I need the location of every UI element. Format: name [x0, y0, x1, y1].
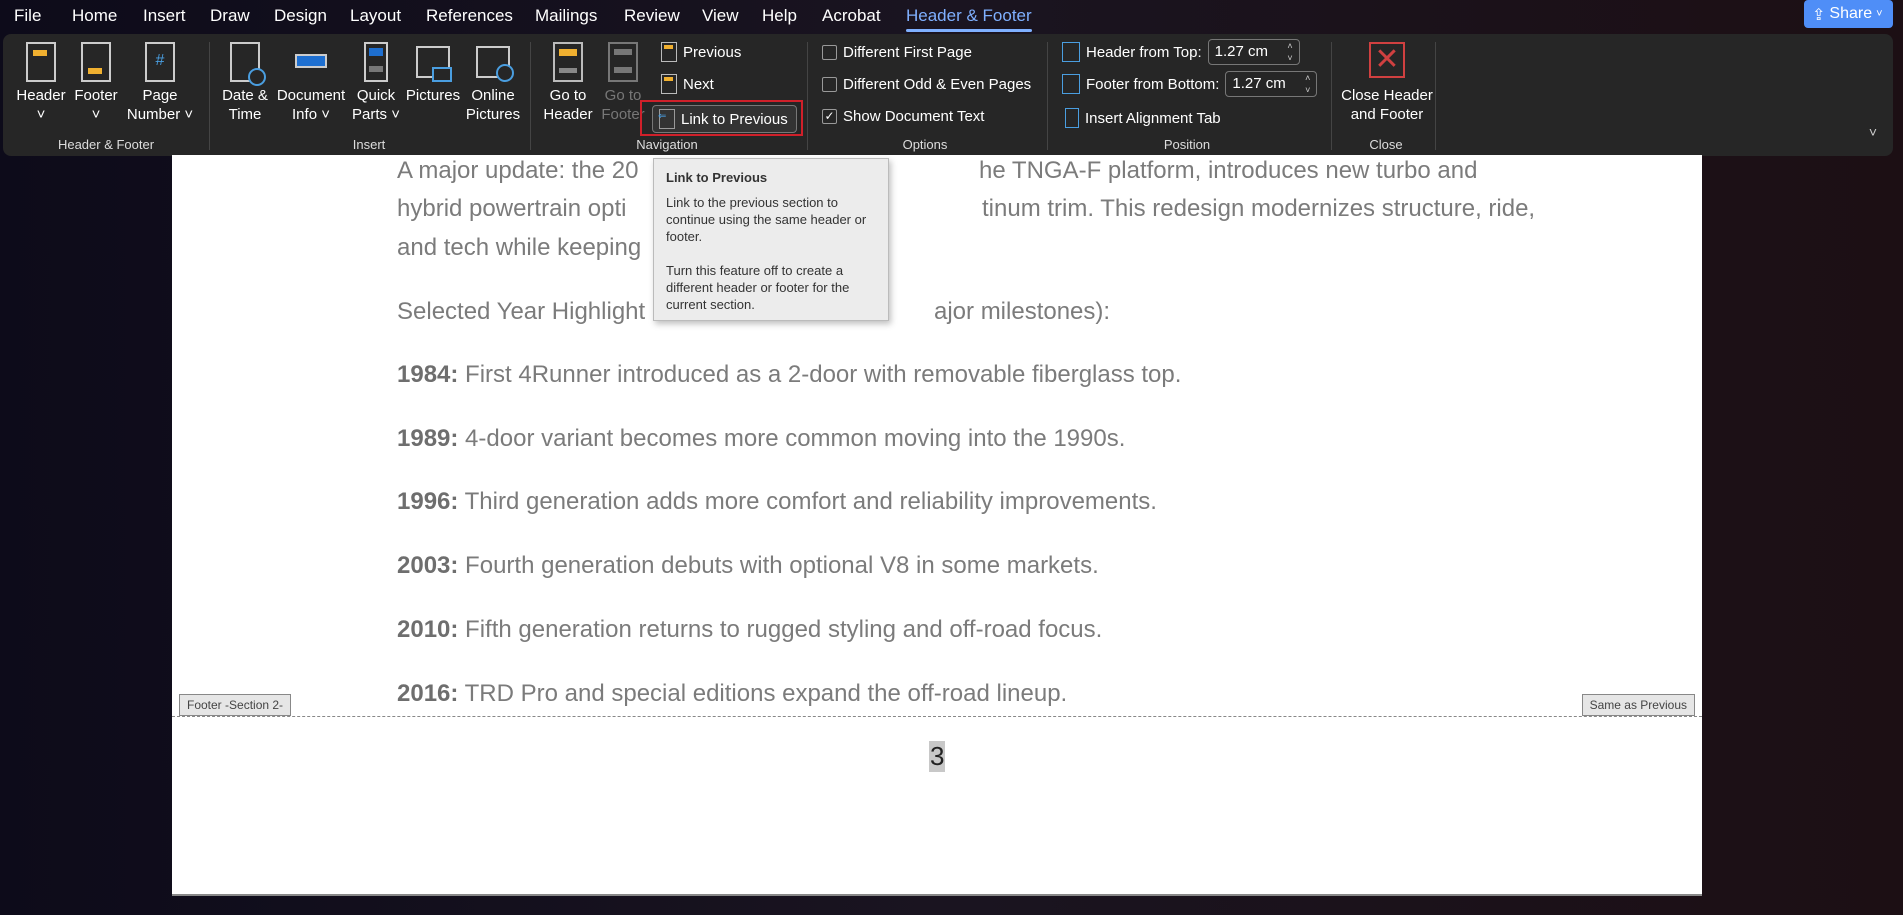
share-button[interactable]: ⇪ Share ˅ [1804, 0, 1893, 28]
go-to-footer-icon [608, 42, 638, 82]
footer-icon [81, 42, 111, 82]
link-to-previous-button[interactable]: ⇐ Link to Previous [652, 105, 797, 133]
paragraph-line: hybrid powertrain opti tinum trim. This r… [397, 195, 1536, 222]
collapse-ribbon-icon[interactable]: ˅ [1869, 124, 1877, 140]
footer-section-tag: Footer -Section 2- [179, 694, 292, 716]
quick-parts-icon [364, 42, 388, 82]
tab-references[interactable]: References [426, 6, 513, 26]
previous-button[interactable]: Previous [661, 42, 741, 62]
tab-view[interactable]: View [702, 6, 739, 26]
tab-acrobat[interactable]: Acrobat [822, 6, 881, 26]
checkbox[interactable] [822, 77, 837, 92]
tab-design[interactable]: Design [274, 6, 327, 26]
tab-home[interactable]: Home [72, 6, 117, 26]
page-number[interactable]: 3 [929, 741, 946, 772]
share-icon: ⇪ [1812, 7, 1826, 24]
go-to-header-icon [553, 42, 583, 82]
tooltip: Link to Previous Link to the previous se… [653, 158, 889, 321]
previous-icon [661, 42, 677, 62]
document-page[interactable]: A major update: the 20 he TNGA-F platform… [172, 155, 1702, 896]
group-label: Position [1163, 137, 1211, 152]
document-info-button[interactable]: Document Info ˅ [271, 42, 351, 124]
insert-alignment-tab-button[interactable]: Insert Alignment Tab [1065, 108, 1221, 128]
document-info-icon [293, 42, 329, 82]
tab-header-footer[interactable]: Header & Footer [906, 6, 1032, 32]
chevron-down-icon: ˅ [1876, 8, 1883, 20]
list-item: 1989: 4-door variant becomes more common… [397, 425, 1126, 452]
next-icon [661, 74, 677, 94]
different-odd-even-checkbox[interactable]: Different Odd & Even Pages [822, 76, 1031, 93]
tab-layout[interactable]: Layout [350, 6, 401, 26]
online-pictures-icon [476, 46, 514, 82]
footer-from-bottom-input[interactable]: 1.27 cm ˄ ˅ [1225, 71, 1318, 97]
page-number-icon: # [145, 42, 175, 82]
checkmark-icon[interactable]: ✓ [822, 109, 837, 124]
group-label: Header & Footer [57, 137, 155, 152]
different-first-page-checkbox[interactable]: Different First Page [822, 44, 972, 61]
link-to-previous-icon: ⇐ [658, 109, 675, 129]
online-pictures-button[interactable]: Online Pictures [457, 42, 529, 124]
next-button[interactable]: Next [661, 74, 714, 94]
calendar-clock-icon [230, 42, 266, 86]
close-header-footer-button[interactable]: ✕ Close Header and Footer [1337, 42, 1437, 124]
group-label: Close [1369, 137, 1403, 152]
tab-file[interactable]: File [14, 6, 41, 26]
paragraph-line: A major update: the 20 he TNGA-F platform… [397, 157, 1478, 184]
tab-review[interactable]: Review [624, 6, 680, 26]
header-from-top-input[interactable]: 1.27 cm ˄ ˅ [1207, 39, 1300, 65]
header-position-icon [1062, 42, 1080, 62]
tab-insert[interactable]: Insert [143, 6, 186, 26]
header-from-top-field: Header from Top: 1.27 cm ˄ ˅ [1062, 39, 1300, 65]
same-as-previous-tag: Same as Previous [1581, 694, 1695, 716]
paragraph-line: Selected Year Highlight ajor milestones): [397, 298, 1111, 325]
page-number-button[interactable]: # Page Number ˅ [120, 42, 200, 124]
list-item: 2003: Fourth generation debuts with opti… [397, 552, 1099, 579]
group-label: Options [902, 137, 948, 152]
spin-arrows-icon: ˄ ˅ [1287, 41, 1293, 63]
list-item: 2010: Fifth generation returns to rugged… [397, 616, 1103, 643]
checkbox[interactable] [822, 45, 837, 60]
spin-arrows-icon: ˄ ˅ [1305, 73, 1311, 95]
group-label: Navigation [636, 137, 698, 152]
group-label: Insert [352, 137, 386, 152]
paragraph-line: and tech while keeping. [397, 234, 869, 261]
header-icon [26, 42, 56, 82]
pictures-icon [416, 46, 452, 82]
ribbon: Header & Footer Insert Navigation Option… [3, 34, 1893, 156]
footer-position-icon [1062, 74, 1080, 94]
show-document-text-checkbox[interactable]: ✓ Show Document Text [822, 108, 984, 125]
close-icon: ✕ [1369, 42, 1405, 78]
tab-draw[interactable]: Draw [210, 6, 250, 26]
footer-from-bottom-field: Footer from Bottom: 1.27 cm ˄ ˅ [1062, 71, 1318, 97]
footer-divider [172, 716, 1702, 717]
list-item: 2016: TRD Pro and special editions expan… [397, 680, 1068, 707]
alignment-tab-icon [1065, 108, 1079, 128]
tab-mailings[interactable]: Mailings [535, 6, 597, 26]
tab-help[interactable]: Help [762, 6, 797, 26]
list-item: 1996: Third generation adds more comfort… [397, 488, 1157, 515]
list-item: 1984: First 4Runner introduced as a 2-do… [397, 361, 1182, 388]
